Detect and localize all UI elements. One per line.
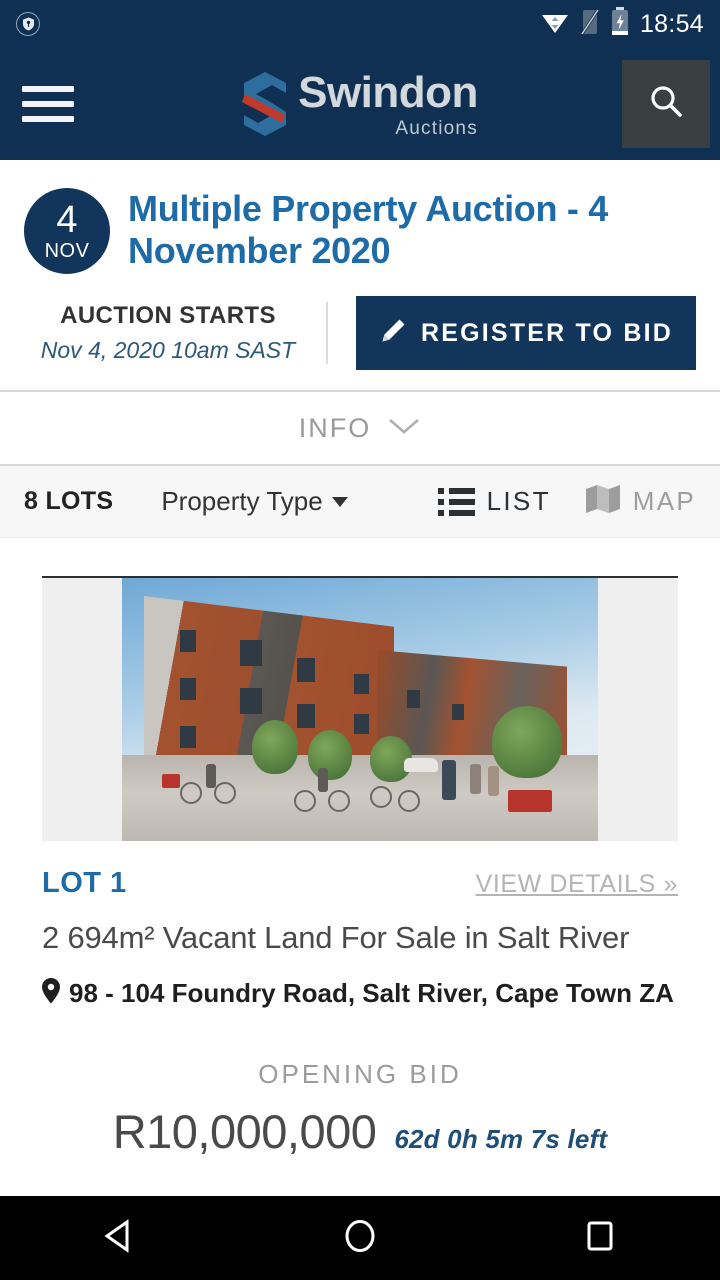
lots-count: 8 LOTS xyxy=(24,487,114,515)
chevron-down-icon xyxy=(387,416,421,441)
list-view-icon xyxy=(437,487,475,516)
home-circle-icon xyxy=(340,1216,380,1261)
lot-image-container[interactable] xyxy=(42,576,678,841)
auction-starts-block: AUCTION STARTS Nov 4, 2020 10am SAST xyxy=(28,302,328,364)
opening-bid-amount: R10,000,000 xyxy=(112,1104,377,1158)
app-header: Swindon Auctions xyxy=(0,48,720,160)
pencil-icon xyxy=(379,317,407,350)
nav-recents-button[interactable] xyxy=(540,1196,660,1280)
caret-down-icon xyxy=(331,496,348,507)
lots-filter-bar: 8 LOTS Property Type LIST MAP xyxy=(0,466,720,538)
wifi-icon xyxy=(540,9,570,40)
tab-map-view[interactable]: MAP xyxy=(585,484,696,519)
view-details-link[interactable]: VIEW DETAILS » xyxy=(476,870,678,899)
search-button[interactable] xyxy=(622,60,710,148)
auction-title: Multiple Property Auction - 4 November 2… xyxy=(128,188,608,272)
auction-cta-row: AUCTION STARTS Nov 4, 2020 10am SAST REG… xyxy=(24,296,696,370)
register-to-bid-button[interactable]: REGISTER TO BID xyxy=(356,296,696,370)
lot-address-row: 98 - 104 Foundry Road, Salt River, Cape … xyxy=(42,977,678,1011)
property-type-dropdown[interactable]: Property Type xyxy=(161,486,348,517)
auction-date-badge: 4 NOV xyxy=(24,188,110,274)
lot-info: LOT 1 VIEW DETAILS » 2 694m² Vacant Land… xyxy=(0,841,720,1159)
register-to-bid-label: REGISTER TO BID xyxy=(420,318,673,347)
shield-key-icon xyxy=(16,12,40,36)
auction-header: 4 NOV Multiple Property Auction - 4 Nove… xyxy=(0,160,720,390)
recents-square-icon xyxy=(580,1216,620,1261)
status-bar: 18:54 xyxy=(0,0,720,48)
lot-address: 98 - 104 Foundry Road, Salt River, Cape … xyxy=(69,978,674,1009)
signal-off-icon xyxy=(580,8,600,41)
brand-subtitle: Auctions xyxy=(395,117,478,139)
swindon-hex-s-logo xyxy=(242,71,288,137)
nav-back-button[interactable] xyxy=(60,1196,180,1280)
hamburger-menu-icon[interactable] xyxy=(22,86,94,122)
lot-header-row: LOT 1 VIEW DETAILS » xyxy=(42,867,678,900)
property-type-label: Property Type xyxy=(161,486,323,516)
auction-date-day: 4 xyxy=(56,199,78,241)
auction-starts-time: Nov 4, 2020 10am SAST xyxy=(40,337,296,363)
lot-number: LOT 1 xyxy=(42,867,127,899)
auction-starts-label: AUCTION STARTS xyxy=(60,302,276,329)
search-icon xyxy=(646,82,686,127)
opening-bid-block: OPENING BID R10,000,000 62d 0h 5m 7s lef… xyxy=(42,1059,678,1159)
nav-home-button[interactable] xyxy=(300,1196,420,1280)
status-bar-right: 18:54 xyxy=(540,6,704,42)
info-label: INFO xyxy=(298,412,372,443)
countdown-time-left: 62d 0h 5m 7s left xyxy=(394,1123,608,1154)
tab-list-view[interactable]: LIST xyxy=(437,486,551,517)
phone-screen: 18:54 Swindon Auctions 4 NOV Multiple Pr… xyxy=(0,0,720,1280)
android-navigation-bar xyxy=(0,1196,720,1280)
auction-title-row: 4 NOV Multiple Property Auction - 4 Nove… xyxy=(24,182,696,274)
status-bar-clock: 18:54 xyxy=(639,9,704,38)
lot-card: LOT 1 VIEW DETAILS » 2 694m² Vacant Land… xyxy=(0,576,720,1280)
info-expander[interactable]: INFO xyxy=(0,390,720,466)
opening-bid-label: OPENING BID xyxy=(258,1058,462,1089)
brand-name: Swindon xyxy=(298,67,478,117)
lot-title: 2 694m² Vacant Land For Sale in Salt Riv… xyxy=(42,920,630,955)
brand-logo-group: Swindon Auctions xyxy=(0,48,720,160)
battery-charging-icon xyxy=(610,6,630,42)
map-pin-icon xyxy=(42,977,60,1011)
list-view-label: LIST xyxy=(486,486,551,516)
view-toggle-group: LIST MAP xyxy=(437,484,696,519)
opening-bid-row: R10,000,000 62d 0h 5m 7s left xyxy=(42,1104,678,1159)
map-view-icon xyxy=(585,484,621,519)
back-triangle-icon xyxy=(100,1216,140,1261)
auction-date-month: NOV xyxy=(44,240,90,262)
map-view-label: MAP xyxy=(632,486,696,516)
apartment-building-rendering xyxy=(122,578,598,841)
status-bar-left xyxy=(16,12,540,36)
